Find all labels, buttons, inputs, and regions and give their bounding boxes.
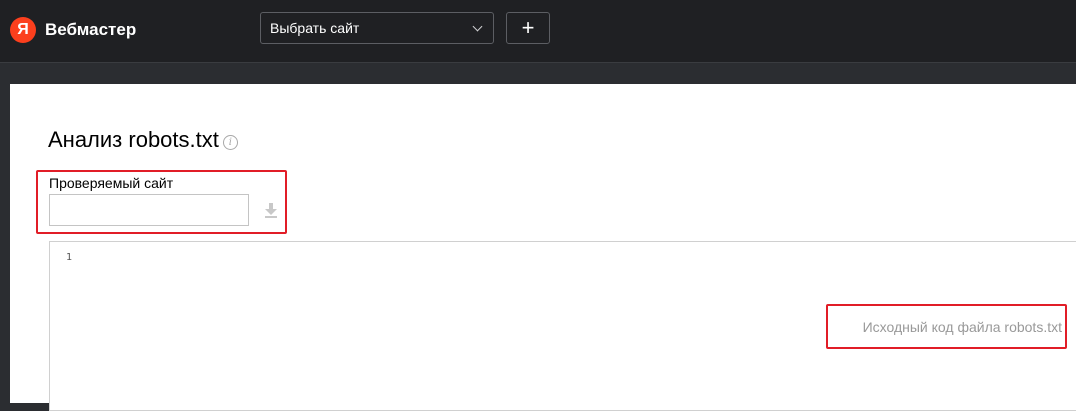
site-select-value: Выбрать сайт [270,20,360,36]
highlight-box-site [36,170,287,234]
page-title-text: Анализ robots.txt [48,127,219,152]
yandex-logo-icon[interactable]: Я [10,17,36,43]
site-select-dropdown[interactable]: Выбрать сайт [260,12,494,44]
app-title[interactable]: Вебмастер [45,18,136,42]
top-bar: Я Вебмастер Выбрать сайт + [0,0,1076,63]
highlight-box-placeholder [826,304,1067,349]
line-number: 1 [66,252,73,263]
page-title: Анализ robots.txt i [48,126,238,154]
info-icon[interactable]: i [222,135,238,150]
add-site-button[interactable]: + [506,12,550,44]
chevron-down-icon [472,21,483,32]
main-content: Анализ robots.txt i Проверяемый сайт 1 Ис… [10,84,1076,411]
